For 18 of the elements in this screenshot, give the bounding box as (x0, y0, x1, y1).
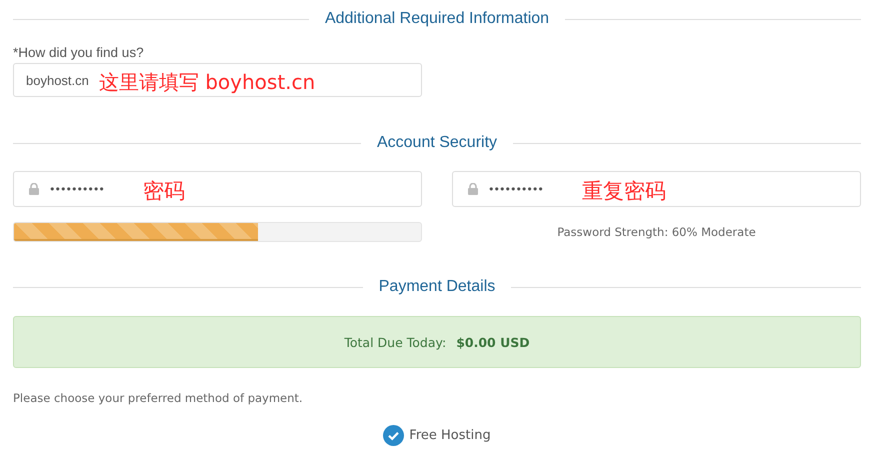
annotation-text: 这里请填写 boyhost.cn (98, 68, 316, 96)
annotation-text: 密码 (143, 178, 185, 205)
total-label: Total Due Today: (344, 334, 446, 350)
lock-icon (29, 183, 39, 195)
field-label: *How did you find us? (13, 45, 145, 60)
payment-hint: Please choose your preferred method of payment. (13, 391, 304, 405)
total-amount: $0.00 USD (456, 334, 530, 350)
password-field[interactable]: •••••••••• 重复密码 (452, 171, 861, 207)
section-heading: Account Security (376, 134, 498, 152)
strength-text: Password Strength: 60% Moderate (556, 225, 757, 239)
input-field[interactable]: boyhost.cn 这里请填写 boyhost.cn (13, 63, 422, 97)
lock-icon (468, 183, 478, 195)
password-field[interactable]: •••••••••• 密码 (13, 171, 422, 207)
check-icon[interactable] (383, 425, 404, 446)
section-heading: Payment Details (378, 278, 496, 296)
annotation-text: 重复密码 (582, 178, 666, 205)
payment-option[interactable]: Free Hosting (409, 428, 491, 443)
section-heading: Additional Required Information (324, 10, 550, 28)
